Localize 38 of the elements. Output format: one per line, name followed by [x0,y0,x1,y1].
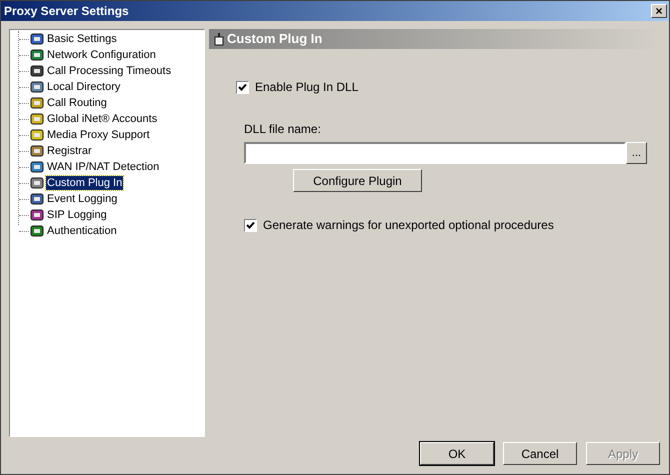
field-label: DLL file name: [244,121,322,138]
checkbox-label: Generate warnings for unexported optional procedures [263,217,554,234]
tree-item[interactable]: Call Processing Timeouts [46,64,172,78]
tree-item[interactable]: Global iNet® Accounts [46,112,158,126]
node-icon [29,95,45,111]
dialog-button[interactable]: OK [420,442,494,465]
dll-file-field[interactable] [244,142,626,164]
checkbox[interactable] [236,80,249,94]
tree-item[interactable]: SIP Logging [46,208,108,222]
node-icon [29,111,45,127]
close-button[interactable]: × [651,4,667,18]
configure-plugin-button[interactable]: Configure Plugin [293,169,422,192]
node-icon [29,143,45,159]
tree-item[interactable]: Authentication [46,224,118,238]
node-icon [29,223,45,239]
tree-item[interactable]: Media Proxy Support [46,128,151,142]
tree-item[interactable]: Call Routing [46,96,108,110]
tree-item[interactable]: Basic Settings [46,32,118,46]
tree-item[interactable]: Registrar [46,144,93,158]
checkbox[interactable] [244,218,257,232]
checkbox-label: Enable Plug In DLL [255,79,358,96]
node-icon [29,79,45,95]
tree-item[interactable]: Custom Plug In [46,176,124,190]
browse-button[interactable]: ... [626,142,647,164]
tree-item[interactable]: Event Logging [46,192,118,206]
window-title: Proxy Server Settings [4,3,129,20]
node-icon [29,63,45,79]
tree-item[interactable]: Network Configuration [46,48,157,62]
node-icon [29,127,45,143]
tree-item[interactable]: Local Directory [46,80,122,94]
tree-item[interactable]: WAN IP/NAT Detection [46,160,160,174]
node-icon [29,31,45,47]
node-icon [29,159,45,175]
node-icon [29,191,45,207]
dialog-button[interactable]: Cancel [503,442,577,465]
node-icon [29,47,45,63]
panel-title: Custom Plug In [227,30,322,48]
node-icon [29,207,45,223]
